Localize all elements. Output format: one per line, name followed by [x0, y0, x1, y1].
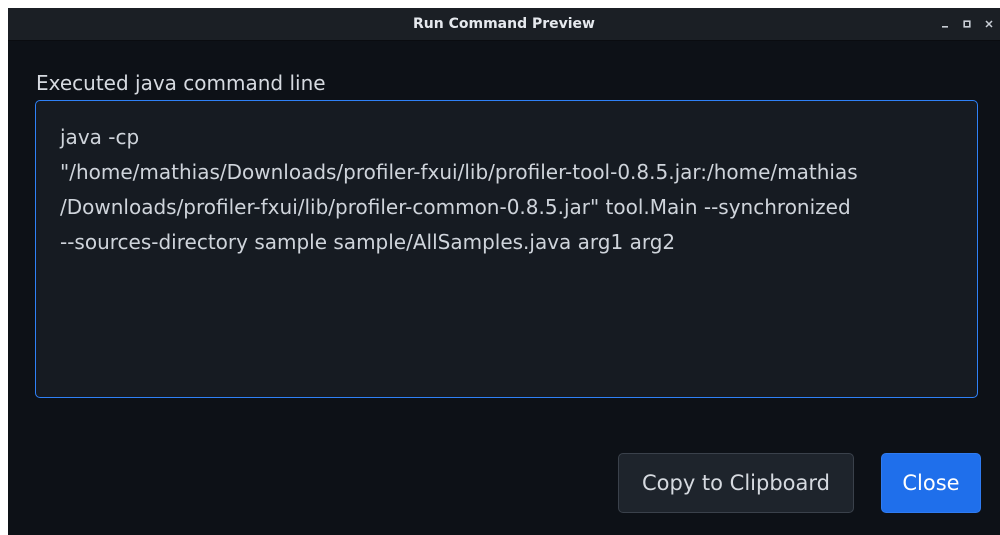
- close-icon: [985, 20, 993, 28]
- close-window-button[interactable]: [978, 8, 1000, 40]
- minimize-icon: [942, 26, 948, 28]
- command-line-label: Executed java command line: [36, 71, 326, 95]
- copy-to-clipboard-button[interactable]: Copy to Clipboard: [618, 453, 854, 513]
- close-button[interactable]: Close: [881, 453, 981, 513]
- command-line-textarea[interactable]: java -cp "/home/mathias/Downloads/profil…: [35, 100, 978, 398]
- run-command-preview-dialog: Run Command Preview Executed java comman…: [8, 8, 1000, 535]
- title-bar[interactable]: Run Command Preview: [8, 8, 1000, 41]
- maximize-button[interactable]: [956, 8, 978, 40]
- window-controls: [934, 8, 1000, 40]
- minimize-button[interactable]: [934, 8, 956, 40]
- window-title: Run Command Preview: [413, 16, 595, 32]
- maximize-icon: [963, 20, 971, 28]
